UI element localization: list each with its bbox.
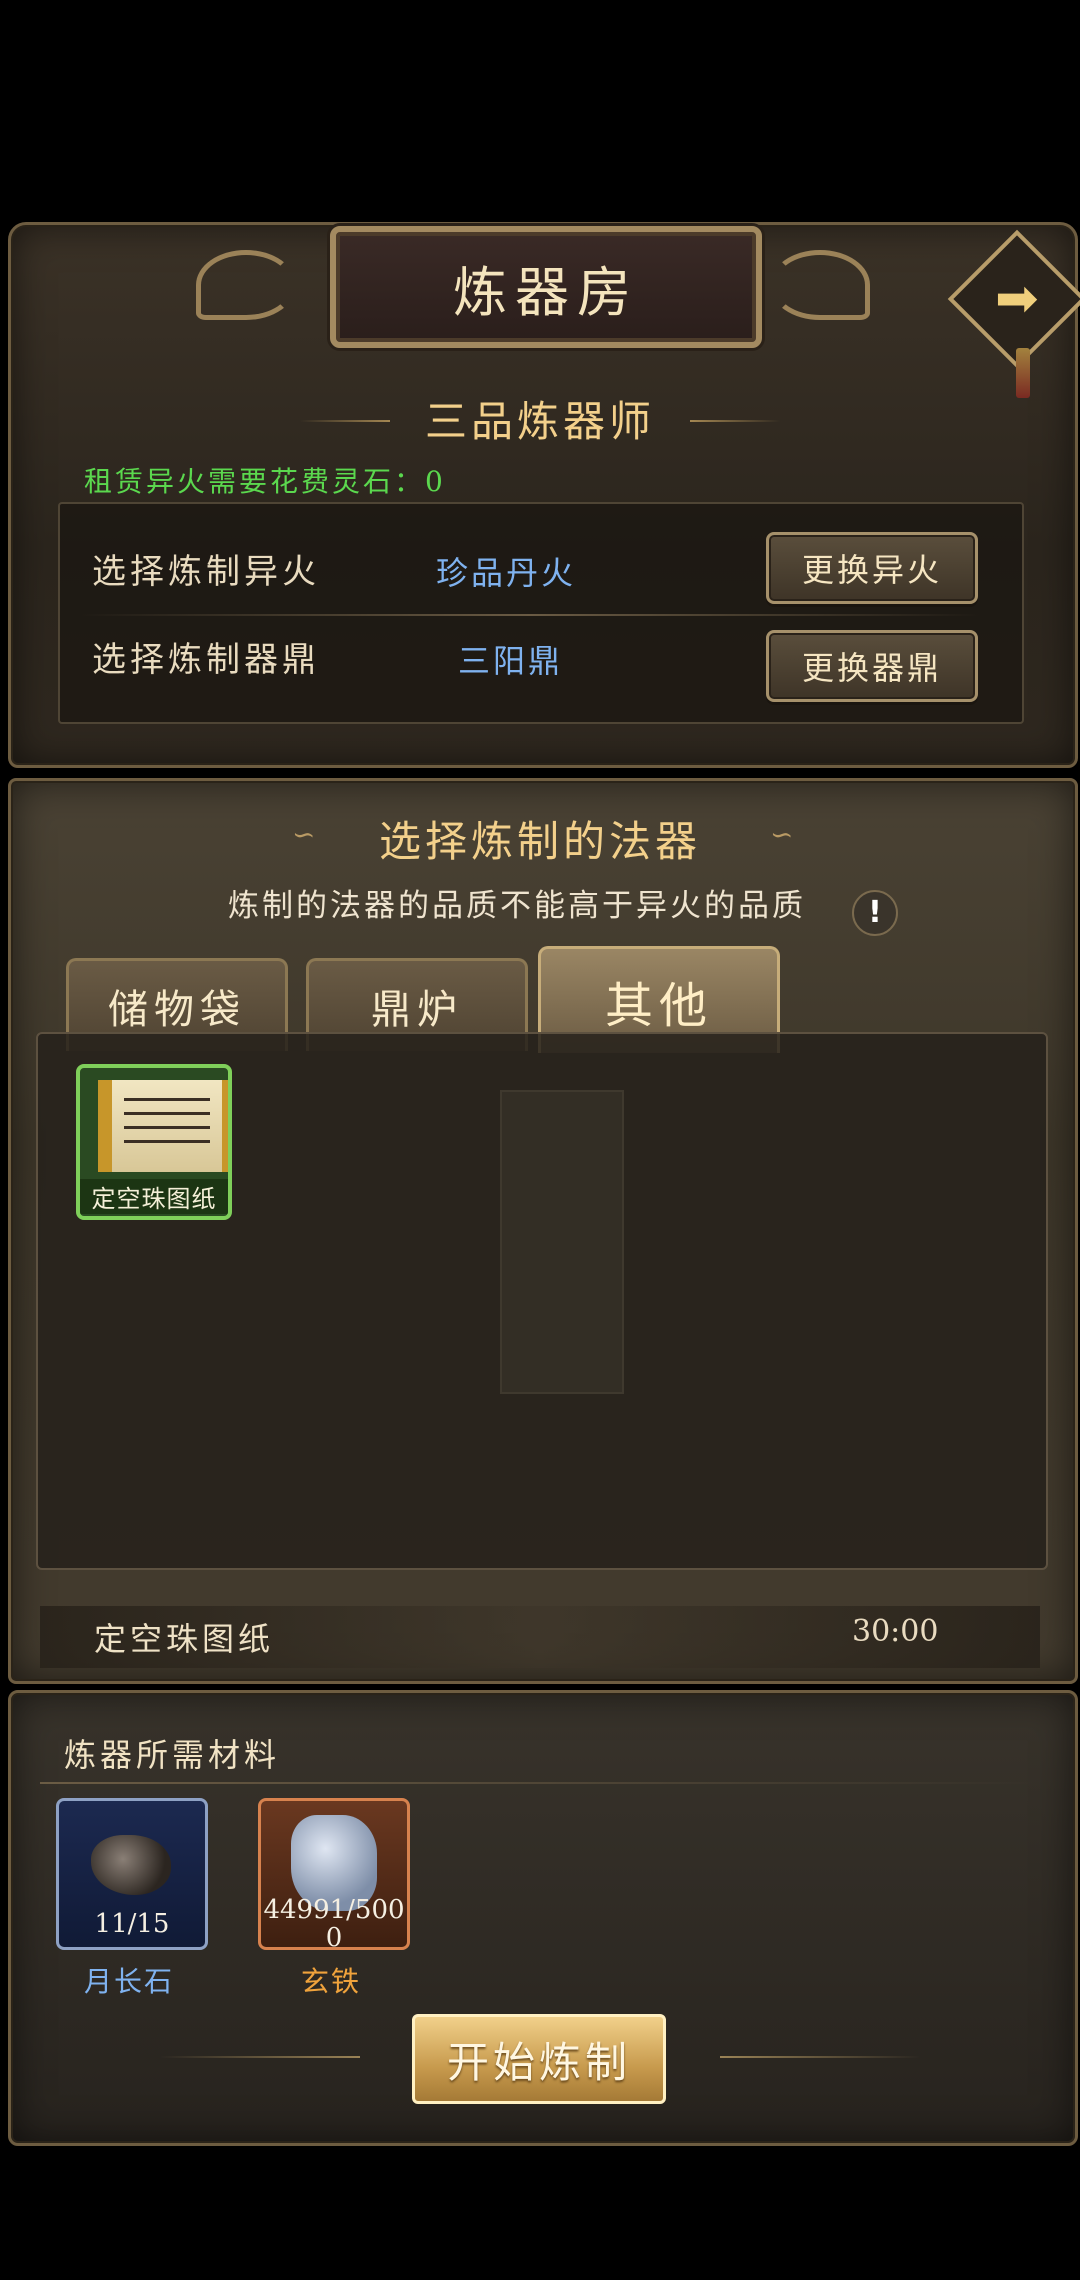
start-divider-left	[160, 2056, 360, 2058]
start-refining-button[interactable]: 开始炼制	[412, 2014, 666, 2104]
change-cauldron-button[interactable]: 更换器鼎	[766, 630, 978, 702]
title-plaque: 炼器房	[330, 226, 762, 348]
material-count: 11/15	[94, 1909, 170, 1939]
item-name: 定空珠图纸	[80, 1179, 228, 1214]
refine-duration: 30:00	[852, 1614, 939, 1649]
materials-divider	[40, 1782, 1040, 1784]
material-name: 月长石	[83, 1965, 174, 1998]
material-slot-black-iron[interactable]: 44991/500 0	[258, 1798, 410, 1953]
arrow-right-icon: ➡	[995, 268, 1039, 329]
material-count: 44991/500	[263, 1895, 405, 1925]
fire-label: 选择炼制异火	[92, 552, 320, 592]
start-divider-right	[720, 2056, 920, 2058]
background-gate-art	[500, 1090, 624, 1394]
cloud-ornament-right	[770, 250, 870, 320]
moonstone-icon	[91, 1835, 171, 1895]
material-slot-moonstone[interactable]: 11/15	[56, 1798, 208, 1950]
cauldron-label: 选择炼制器鼎	[92, 640, 320, 680]
page-title: 炼器房	[453, 260, 639, 324]
material-name: 玄铁	[300, 1965, 361, 1998]
change-fire-button[interactable]: 更换异火	[766, 532, 978, 604]
info-icon[interactable]: !	[852, 890, 898, 936]
row-divider	[80, 614, 980, 616]
section-title: 选择炼制的法器	[378, 817, 701, 866]
quality-hint: 炼制的法器的品质不能高于异火的品质	[228, 888, 806, 924]
fire-value: 珍品丹火	[436, 554, 577, 592]
item-slot[interactable]: 定空珠图纸	[76, 1064, 232, 1220]
scroll-icon	[98, 1080, 228, 1172]
materials-title: 炼器所需材料	[64, 1736, 281, 1774]
refiner-rank: 三品炼器师	[424, 397, 655, 446]
selected-item-name: 定空珠图纸	[94, 1620, 275, 1658]
material-count-overflow: 0	[325, 1923, 343, 1953]
rent-fire-cost: 租赁异火需要花费灵石：0	[84, 465, 446, 498]
cloud-ornament-left	[196, 250, 296, 320]
cauldron-value: 三阳鼎	[458, 642, 564, 680]
